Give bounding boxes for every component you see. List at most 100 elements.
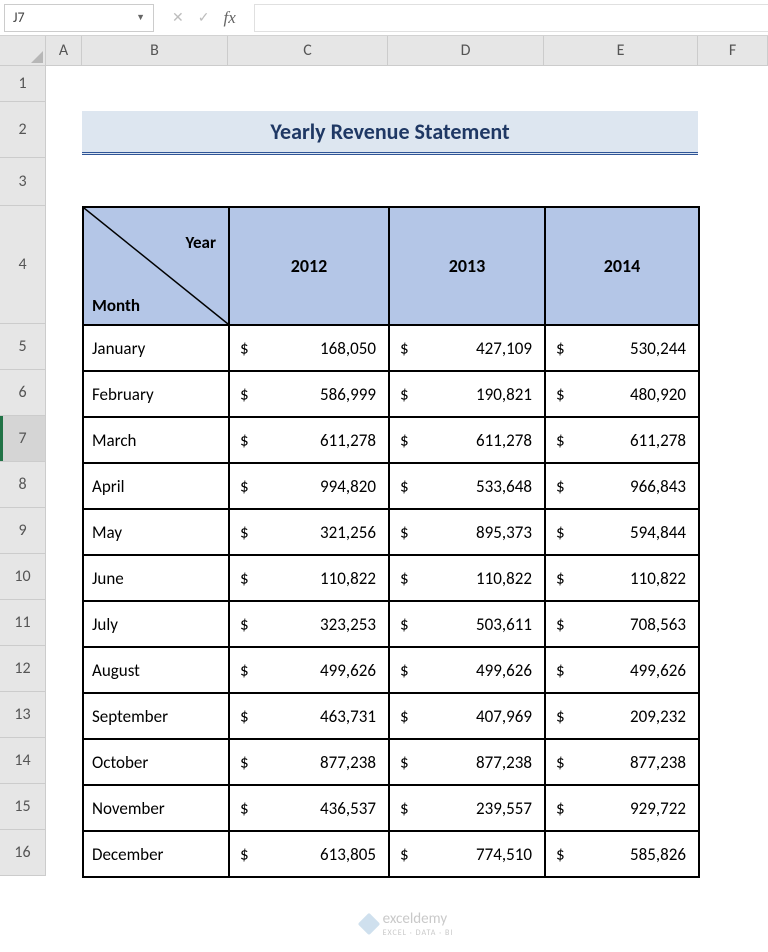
- column-header-D[interactable]: D: [388, 36, 544, 66]
- row-header-11[interactable]: 11: [0, 600, 46, 646]
- value-cell[interactable]: $877,238: [229, 739, 389, 785]
- month-cell[interactable]: October: [83, 739, 229, 785]
- value-cell[interactable]: $611,278: [545, 417, 699, 463]
- month-cell[interactable]: November: [83, 785, 229, 831]
- column-header-B[interactable]: B: [82, 36, 228, 66]
- month-cell[interactable]: March: [83, 417, 229, 463]
- value-cell[interactable]: $480,920: [545, 371, 699, 417]
- column-header-E[interactable]: E: [544, 36, 698, 66]
- row-header-14[interactable]: 14: [0, 738, 46, 784]
- year-header-2014: 2014: [545, 207, 699, 325]
- column-header-A[interactable]: A: [46, 36, 82, 66]
- value-cell[interactable]: $321,256: [229, 509, 389, 555]
- value-cell[interactable]: $594,844: [545, 509, 699, 555]
- table-row: November$436,537$239,557$929,722: [83, 785, 699, 831]
- table-row: July$323,253$503,611$708,563: [83, 601, 699, 647]
- row-header-10[interactable]: 10: [0, 554, 46, 600]
- value-cell[interactable]: $427,109: [389, 325, 545, 371]
- row-header-1[interactable]: 1: [0, 66, 46, 102]
- corner-month-label: Month: [92, 295, 140, 316]
- value-cell[interactable]: $499,626: [389, 647, 545, 693]
- cells-area[interactable]: Yearly Revenue Statement Year Month20122…: [46, 66, 768, 952]
- value-cell[interactable]: $110,822: [229, 555, 389, 601]
- table-row: April$994,820$533,648$966,843: [83, 463, 699, 509]
- month-cell[interactable]: April: [83, 463, 229, 509]
- row-header-12[interactable]: 12: [0, 646, 46, 692]
- month-cell[interactable]: January: [83, 325, 229, 371]
- table-row: January$168,050$427,109$530,244: [83, 325, 699, 371]
- month-cell[interactable]: September: [83, 693, 229, 739]
- table-row: February$586,999$190,821$480,920: [83, 371, 699, 417]
- value-cell[interactable]: $877,238: [545, 739, 699, 785]
- value-cell[interactable]: $239,557: [389, 785, 545, 831]
- column-header-C[interactable]: C: [228, 36, 388, 66]
- table-row: October$877,238$877,238$877,238: [83, 739, 699, 785]
- value-cell[interactable]: $190,821: [389, 371, 545, 417]
- value-cell[interactable]: $774,510: [389, 831, 545, 877]
- value-cell[interactable]: $613,805: [229, 831, 389, 877]
- column-headers: ABCDEF: [46, 36, 768, 66]
- value-cell[interactable]: $586,999: [229, 371, 389, 417]
- value-cell[interactable]: $168,050: [229, 325, 389, 371]
- left-strip: 12345678910111213141516: [0, 36, 46, 952]
- value-cell[interactable]: $895,373: [389, 509, 545, 555]
- month-cell[interactable]: May: [83, 509, 229, 555]
- value-cell[interactable]: $407,969: [389, 693, 545, 739]
- month-cell[interactable]: February: [83, 371, 229, 417]
- table-row: March$611,278$611,278$611,278: [83, 417, 699, 463]
- value-cell[interactable]: $994,820: [229, 463, 389, 509]
- cancel-icon[interactable]: ✕: [172, 9, 184, 26]
- year-header-2012: 2012: [229, 207, 389, 325]
- watermark: exceldemy EXCEL · DATA · BI: [46, 910, 768, 938]
- month-cell[interactable]: June: [83, 555, 229, 601]
- data-table: Year Month201220132014January$168,050$42…: [82, 206, 700, 878]
- row-header-2[interactable]: 2: [0, 102, 46, 158]
- row-header-9[interactable]: 9: [0, 508, 46, 554]
- spreadsheet-grid: 12345678910111213141516 ABCDEF Yearly Re…: [0, 36, 768, 952]
- value-cell[interactable]: $463,731: [229, 693, 389, 739]
- value-cell[interactable]: $585,826: [545, 831, 699, 877]
- row-header-5[interactable]: 5: [0, 324, 46, 370]
- row-header-7[interactable]: 7: [0, 416, 46, 462]
- value-cell[interactable]: $877,238: [389, 739, 545, 785]
- value-cell[interactable]: $611,278: [229, 417, 389, 463]
- value-cell[interactable]: $611,278: [389, 417, 545, 463]
- value-cell[interactable]: $503,611: [389, 601, 545, 647]
- row-header-15[interactable]: 15: [0, 784, 46, 830]
- logo-icon: [357, 913, 380, 936]
- corner-year-label: Year: [186, 232, 216, 253]
- column-header-F[interactable]: F: [698, 36, 768, 66]
- table-row: August$499,626$499,626$499,626: [83, 647, 699, 693]
- row-header-4[interactable]: 4: [0, 206, 46, 324]
- row-header-13[interactable]: 13: [0, 692, 46, 738]
- value-cell[interactable]: $499,626: [545, 647, 699, 693]
- month-cell[interactable]: December: [83, 831, 229, 877]
- value-cell[interactable]: $209,232: [545, 693, 699, 739]
- year-header-2013: 2013: [389, 207, 545, 325]
- row-header-16[interactable]: 16: [0, 830, 46, 876]
- table-row: December$613,805$774,510$585,826: [83, 831, 699, 877]
- chevron-down-icon[interactable]: ▼: [136, 12, 145, 23]
- fx-icon[interactable]: fx: [223, 8, 235, 28]
- value-cell[interactable]: $530,244: [545, 325, 699, 371]
- name-box[interactable]: J7 ▼: [4, 4, 154, 32]
- row-header-6[interactable]: 6: [0, 370, 46, 416]
- value-cell[interactable]: $966,843: [545, 463, 699, 509]
- page-title: Yearly Revenue Statement: [82, 111, 698, 155]
- select-all-button[interactable]: [0, 36, 46, 66]
- value-cell[interactable]: $708,563: [545, 601, 699, 647]
- month-cell[interactable]: July: [83, 601, 229, 647]
- value-cell[interactable]: $499,626: [229, 647, 389, 693]
- value-cell[interactable]: $110,822: [389, 555, 545, 601]
- name-box-value: J7: [13, 9, 25, 26]
- value-cell[interactable]: $436,537: [229, 785, 389, 831]
- enter-icon[interactable]: ✓: [198, 9, 210, 26]
- value-cell[interactable]: $929,722: [545, 785, 699, 831]
- row-header-3[interactable]: 3: [0, 158, 46, 206]
- row-header-8[interactable]: 8: [0, 462, 46, 508]
- month-cell[interactable]: August: [83, 647, 229, 693]
- formula-input[interactable]: [254, 4, 768, 32]
- value-cell[interactable]: $533,648: [389, 463, 545, 509]
- value-cell[interactable]: $323,253: [229, 601, 389, 647]
- value-cell[interactable]: $110,822: [545, 555, 699, 601]
